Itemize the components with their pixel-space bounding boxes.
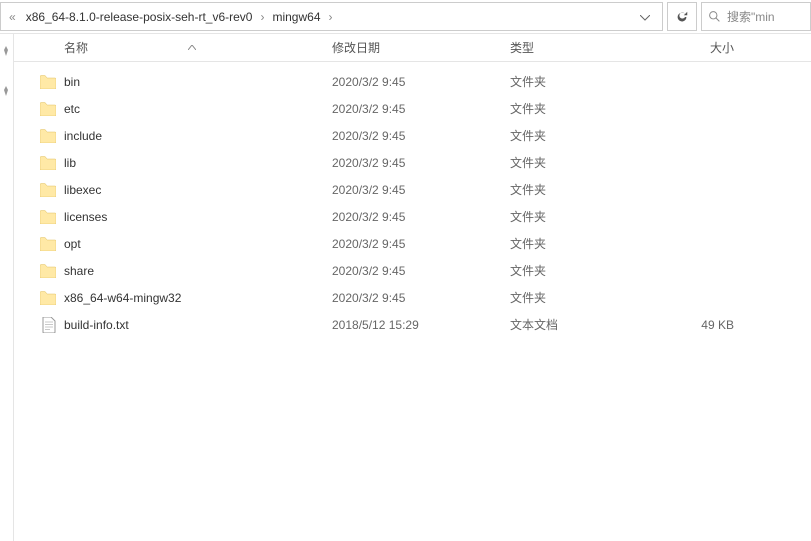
file-name: include — [64, 129, 332, 143]
folder-icon — [14, 75, 64, 89]
search-icon — [708, 10, 721, 23]
file-date: 2020/3/2 9:45 — [332, 102, 510, 116]
file-row[interactable]: lib2020/3/2 9:45文件夹 — [14, 149, 811, 176]
file-rows: bin2020/3/2 9:45文件夹etc2020/3/2 9:45文件夹in… — [14, 62, 811, 338]
breadcrumb-item-parent[interactable]: x86_64-8.1.0-release-posix-seh-rt_v6-rev… — [20, 6, 259, 28]
chevron-right-icon[interactable]: › — [258, 10, 266, 24]
pin-icon — [1, 46, 11, 59]
file-type: 文件夹 — [510, 289, 654, 306]
file-date: 2020/3/2 9:45 — [332, 237, 510, 251]
search-placeholder: 搜索"min — [727, 8, 775, 25]
file-date: 2020/3/2 9:45 — [332, 183, 510, 197]
file-date: 2020/3/2 9:45 — [332, 264, 510, 278]
file-row[interactable]: include2020/3/2 9:45文件夹 — [14, 122, 811, 149]
column-header-date[interactable]: 修改日期 — [332, 39, 510, 56]
file-row[interactable]: share2020/3/2 9:45文件夹 — [14, 257, 811, 284]
file-row[interactable]: libexec2020/3/2 9:45文件夹 — [14, 176, 811, 203]
file-date: 2020/3/2 9:45 — [332, 210, 510, 224]
top-bar: « x86_64-8.1.0-release-posix-seh-rt_v6-r… — [0, 0, 811, 34]
folder-icon — [14, 129, 64, 143]
nav-pane-collapsed[interactable] — [0, 34, 14, 541]
text-file-icon — [14, 317, 64, 333]
file-list-panel: 名称 修改日期 类型 大小 bin2020/3/2 9:45文件夹etc2020… — [14, 34, 811, 541]
folder-icon — [14, 210, 64, 224]
column-header-name-label: 名称 — [64, 39, 88, 56]
folder-icon — [14, 183, 64, 197]
folder-icon — [14, 237, 64, 251]
file-name: libexec — [64, 183, 332, 197]
file-row[interactable]: x86_64-w64-mingw322020/3/2 9:45文件夹 — [14, 284, 811, 311]
refresh-button[interactable] — [667, 2, 697, 31]
chevron-right-icon[interactable]: › — [327, 10, 335, 24]
file-row[interactable]: bin2020/3/2 9:45文件夹 — [14, 68, 811, 95]
file-type: 文件夹 — [510, 262, 654, 279]
file-row[interactable]: build-info.txt2018/5/12 15:29文本文档49 KB — [14, 311, 811, 338]
search-box[interactable]: 搜索"min — [701, 2, 811, 31]
file-name: build-info.txt — [64, 318, 332, 332]
breadcrumb-item-current[interactable]: mingw64 — [266, 6, 326, 28]
breadcrumb-overflow-icon[interactable]: « — [5, 10, 20, 24]
column-header-size[interactable]: 大小 — [654, 39, 754, 56]
file-name: etc — [64, 102, 332, 116]
column-header-type[interactable]: 类型 — [510, 39, 654, 56]
file-type: 文件夹 — [510, 100, 654, 117]
sort-indicator-icon — [188, 42, 196, 53]
file-date: 2020/3/2 9:45 — [332, 291, 510, 305]
file-date: 2020/3/2 9:45 — [332, 129, 510, 143]
file-date: 2020/3/2 9:45 — [332, 75, 510, 89]
folder-icon — [14, 102, 64, 116]
file-type: 文件夹 — [510, 208, 654, 225]
file-type: 文件夹 — [510, 73, 654, 90]
folder-icon — [14, 156, 64, 170]
file-name: lib — [64, 156, 332, 170]
file-size: 49 KB — [654, 318, 754, 332]
file-name: x86_64-w64-mingw32 — [64, 291, 332, 305]
file-date: 2018/5/12 15:29 — [332, 318, 510, 332]
file-name: opt — [64, 237, 332, 251]
file-type: 文件夹 — [510, 154, 654, 171]
file-name: bin — [64, 75, 332, 89]
file-type: 文件夹 — [510, 235, 654, 252]
main-area: 名称 修改日期 类型 大小 bin2020/3/2 9:45文件夹etc2020… — [0, 34, 811, 541]
column-header-name[interactable]: 名称 — [14, 39, 332, 56]
address-dropdown-icon[interactable] — [632, 6, 658, 28]
file-type: 文件夹 — [510, 181, 654, 198]
file-type: 文件夹 — [510, 127, 654, 144]
folder-icon — [14, 291, 64, 305]
folder-icon — [14, 264, 64, 278]
file-row[interactable]: licenses2020/3/2 9:45文件夹 — [14, 203, 811, 230]
file-type: 文本文档 — [510, 316, 654, 333]
file-name: licenses — [64, 210, 332, 224]
pin-icon — [1, 86, 11, 99]
column-headers: 名称 修改日期 类型 大小 — [14, 34, 811, 62]
file-row[interactable]: etc2020/3/2 9:45文件夹 — [14, 95, 811, 122]
file-name: share — [64, 264, 332, 278]
address-bar[interactable]: « x86_64-8.1.0-release-posix-seh-rt_v6-r… — [0, 2, 663, 31]
refresh-icon — [675, 10, 689, 24]
file-row[interactable]: opt2020/3/2 9:45文件夹 — [14, 230, 811, 257]
file-date: 2020/3/2 9:45 — [332, 156, 510, 170]
